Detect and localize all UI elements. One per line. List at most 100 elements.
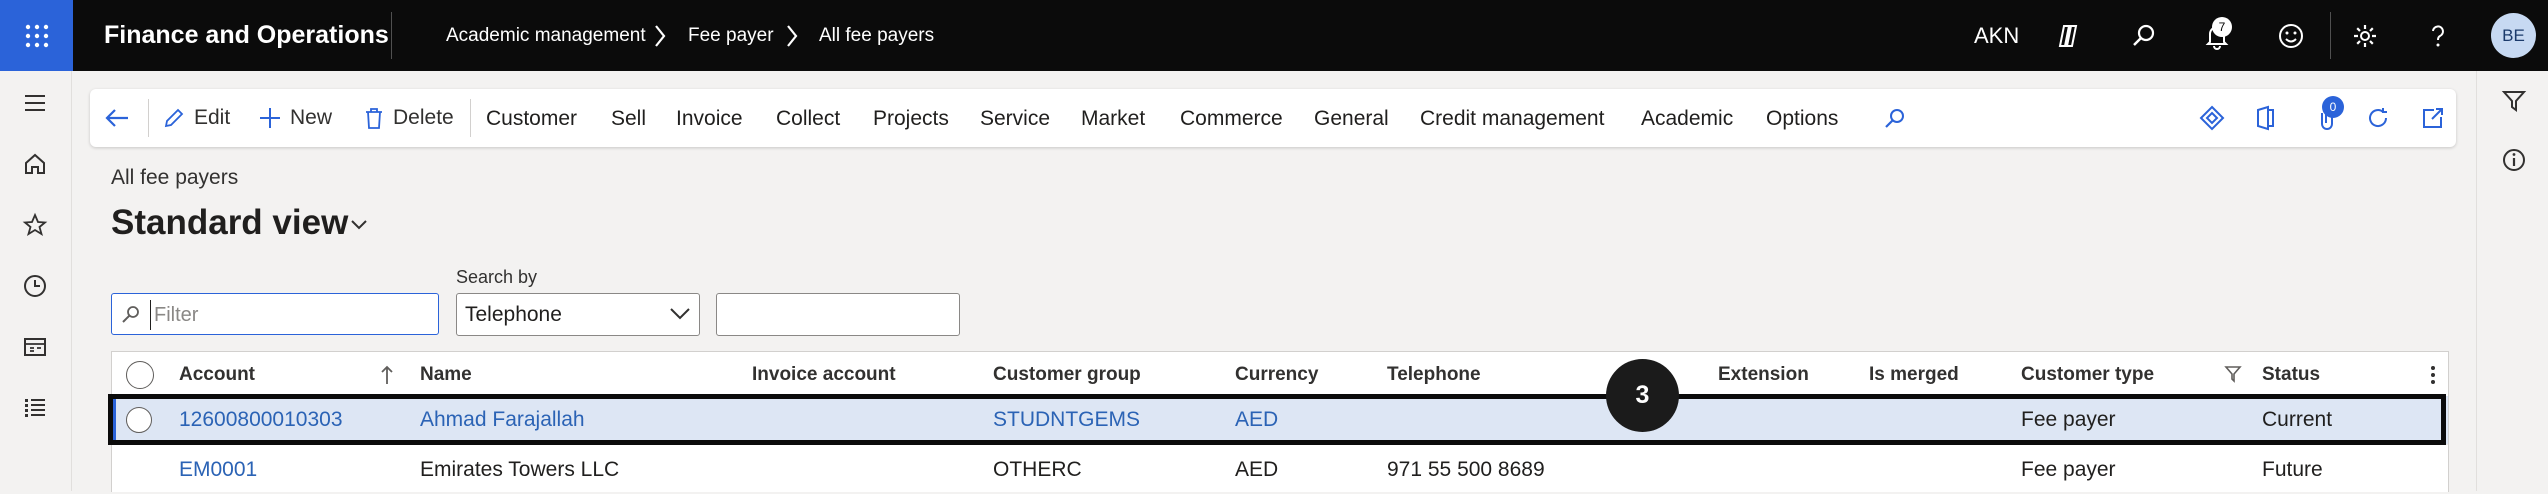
column-header-account[interactable]: Account bbox=[179, 352, 255, 396]
column-filter-icon[interactable] bbox=[2224, 364, 2242, 384]
info-pane-button[interactable] bbox=[2499, 145, 2529, 175]
cell-customer-group[interactable]: STUDNTGEMS bbox=[993, 396, 1140, 444]
help-icon bbox=[2432, 25, 2444, 47]
filter-input[interactable] bbox=[150, 300, 436, 330]
column-header-invoice-account[interactable]: Invoice account bbox=[752, 352, 896, 396]
copilot-button[interactable] bbox=[2053, 19, 2087, 53]
nav-recent[interactable] bbox=[20, 271, 50, 301]
cell-currency[interactable]: AED bbox=[1235, 396, 1278, 444]
chevron-right-icon bbox=[655, 25, 666, 47]
cell-status: Future bbox=[2262, 458, 2323, 481]
divider bbox=[470, 99, 471, 137]
power-apps-button[interactable] bbox=[2197, 103, 2227, 133]
feedback-button[interactable] bbox=[2274, 19, 2308, 53]
column-header-name[interactable]: Name bbox=[420, 352, 472, 396]
divider bbox=[148, 99, 149, 137]
new-button[interactable]: New bbox=[258, 89, 332, 147]
tab-customer[interactable]: Customer bbox=[486, 89, 577, 147]
action-search-button[interactable] bbox=[1880, 103, 1910, 133]
more-options-icon[interactable] bbox=[2430, 364, 2436, 386]
user-avatar[interactable]: BE bbox=[2491, 13, 2536, 58]
column-header-customer-group[interactable]: Customer group bbox=[993, 352, 1141, 396]
breadcrumb-fee-payer[interactable]: Fee payer bbox=[688, 0, 774, 71]
tab-academic[interactable]: Academic bbox=[1641, 89, 1733, 147]
search-value-input[interactable] bbox=[716, 293, 960, 336]
cell-name: Emirates Towers LLC bbox=[420, 458, 620, 481]
column-header-extension[interactable]: Extension bbox=[1718, 352, 1809, 396]
trash-icon bbox=[366, 108, 382, 129]
delete-label: Delete bbox=[393, 106, 454, 129]
refresh-button[interactable] bbox=[2363, 103, 2393, 133]
tab-credit-management[interactable]: Credit management bbox=[1420, 89, 1604, 147]
tab-general[interactable]: General bbox=[1314, 89, 1389, 147]
nav-home[interactable] bbox=[20, 149, 50, 179]
cell-status: Current bbox=[2262, 408, 2333, 431]
select-all-checkbox[interactable] bbox=[126, 361, 154, 389]
office-button[interactable] bbox=[2250, 103, 2280, 133]
nav-modules[interactable] bbox=[20, 393, 50, 423]
open-in-new-window-icon bbox=[2423, 108, 2443, 128]
nav-workspaces[interactable] bbox=[20, 332, 50, 362]
app-title[interactable]: Finance and Operations bbox=[104, 0, 389, 71]
tab-collect[interactable]: Collect bbox=[776, 89, 840, 147]
filter-field[interactable] bbox=[111, 293, 439, 335]
settings-button[interactable] bbox=[2348, 19, 2382, 53]
app-launcher-button[interactable] bbox=[0, 0, 73, 71]
navigation-pane bbox=[0, 71, 72, 491]
tab-service[interactable]: Service bbox=[980, 89, 1050, 147]
funnel-icon bbox=[2501, 91, 2527, 112]
cell-name[interactable]: Ahmad Farajallah bbox=[420, 396, 585, 444]
refresh-icon bbox=[2369, 108, 2388, 127]
cell-customer-type: Fee payer bbox=[2021, 408, 2116, 431]
copilot-icon bbox=[2058, 25, 2078, 47]
cell-account[interactable]: 12600800010303 bbox=[179, 396, 343, 444]
tab-projects[interactable]: Projects bbox=[873, 89, 949, 147]
tab-options[interactable]: Options bbox=[1766, 89, 1838, 147]
office-icon bbox=[2257, 105, 2274, 131]
top-navigation-bar: Finance and Operations Academic manageme… bbox=[0, 0, 2548, 71]
workspace-icon bbox=[24, 338, 46, 356]
help-button[interactable] bbox=[2421, 19, 2455, 53]
search-button[interactable] bbox=[2127, 19, 2161, 53]
tab-market[interactable]: Market bbox=[1081, 89, 1145, 147]
cell-customer-group: OTHERC bbox=[993, 458, 1082, 481]
pencil-icon bbox=[164, 108, 184, 128]
tab-commerce[interactable]: Commerce bbox=[1180, 89, 1283, 147]
column-header-currency[interactable]: Currency bbox=[1235, 352, 1318, 396]
new-label: New bbox=[290, 106, 333, 129]
sort-ascending-icon[interactable] bbox=[380, 364, 394, 386]
search-by-value: Telephone bbox=[465, 303, 562, 326]
breadcrumb-academic-management[interactable]: Academic management bbox=[446, 0, 646, 71]
column-header-telephone[interactable]: Telephone bbox=[1387, 352, 1481, 396]
back-button[interactable] bbox=[102, 103, 132, 133]
attachment-count-badge: 0 bbox=[2322, 96, 2344, 118]
gear-icon bbox=[2354, 25, 2376, 47]
search-icon bbox=[2133, 24, 2155, 46]
search-by-dropdown[interactable]: Telephone bbox=[456, 293, 700, 336]
breadcrumb-all-fee-payers[interactable]: All fee payers bbox=[819, 0, 934, 71]
nav-favorites[interactable] bbox=[20, 210, 50, 240]
edit-button[interactable]: Edit bbox=[162, 89, 230, 147]
chevron-down-icon[interactable] bbox=[350, 219, 368, 231]
row-select-radio[interactable] bbox=[126, 407, 152, 433]
page-breadcrumb: All fee payers bbox=[111, 166, 239, 189]
step-number-badge: 3 bbox=[1606, 359, 1679, 432]
column-header-status[interactable]: Status bbox=[2262, 352, 2320, 396]
tab-sell[interactable]: Sell bbox=[611, 89, 646, 147]
expand-navigation-button[interactable] bbox=[20, 88, 50, 118]
tab-invoice[interactable]: Invoice bbox=[676, 89, 743, 147]
delete-button[interactable]: Delete bbox=[363, 89, 454, 147]
search-icon bbox=[1885, 109, 1904, 128]
cell-currency: AED bbox=[1235, 458, 1279, 481]
open-new-window-button[interactable] bbox=[2418, 103, 2448, 133]
filter-pane-button[interactable] bbox=[2499, 86, 2529, 116]
selected-row-indicator bbox=[112, 396, 116, 444]
cell-account[interactable]: EM0001 bbox=[179, 446, 257, 494]
company-picker[interactable]: AKN bbox=[1974, 0, 2019, 71]
info-icon bbox=[2503, 149, 2525, 171]
column-header-is-merged[interactable]: Is merged bbox=[1869, 352, 1959, 396]
list-icon bbox=[25, 399, 45, 417]
view-selector[interactable]: Standard view bbox=[111, 203, 348, 243]
column-header-customer-type[interactable]: Customer type bbox=[2021, 352, 2154, 396]
cell-customer-type: Fee payer bbox=[2021, 458, 2116, 481]
